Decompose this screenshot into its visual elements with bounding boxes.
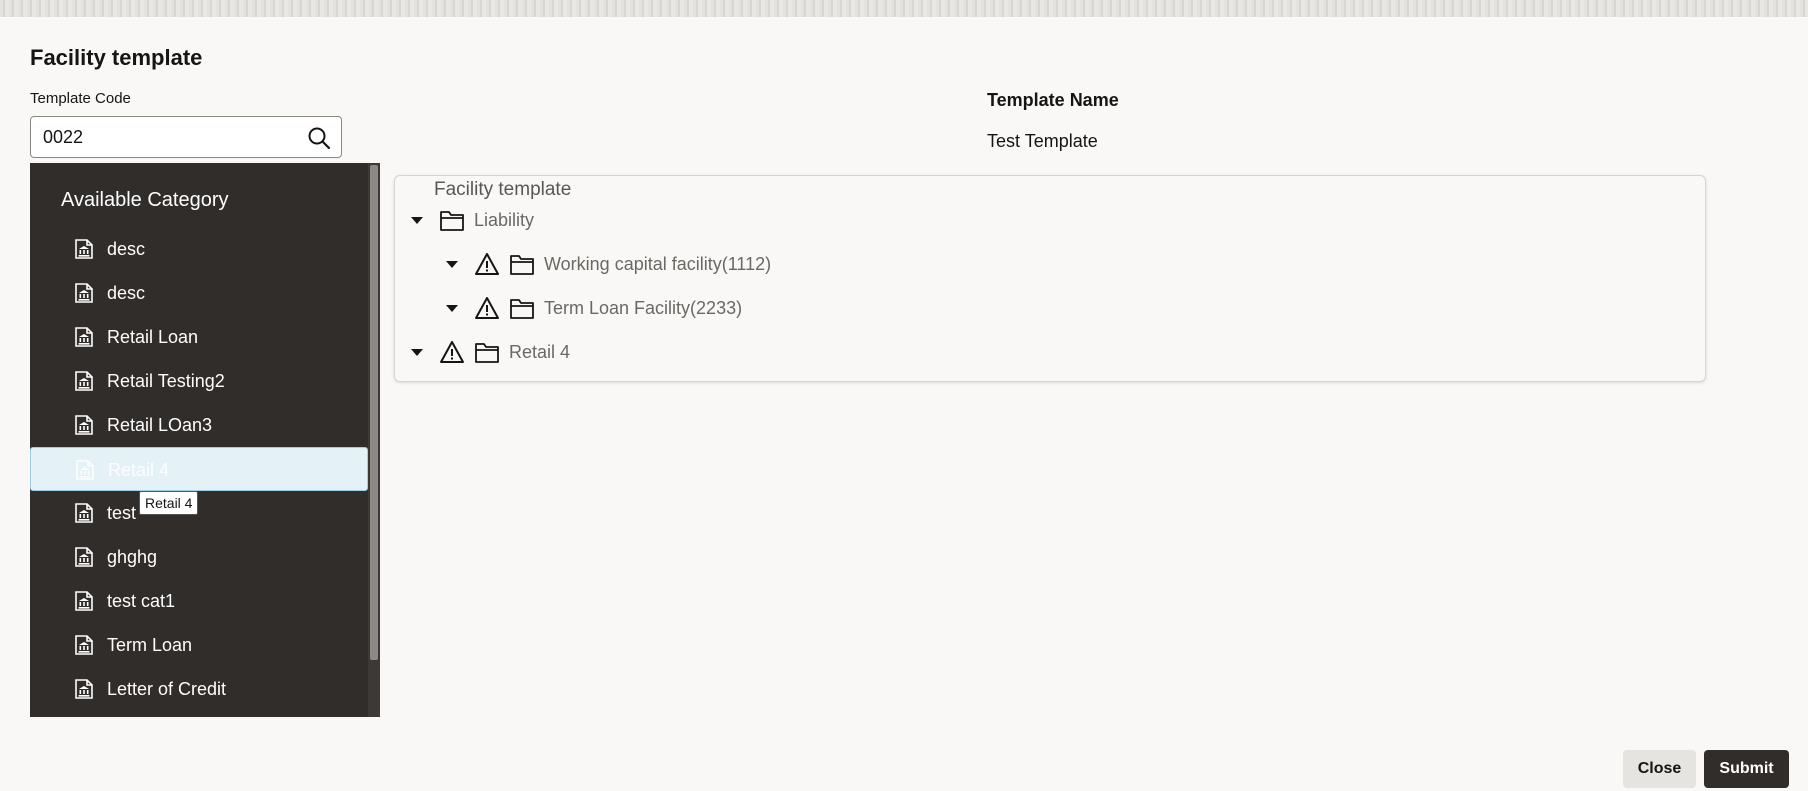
category-item[interactable]: test cat1 xyxy=(30,579,368,623)
category-item[interactable]: desc xyxy=(30,227,368,271)
tree-node[interactable]: Retail 4 xyxy=(409,337,1009,367)
folder-icon xyxy=(439,208,465,232)
category-item[interactable]: Letter of Credit xyxy=(30,667,368,711)
caret-down-icon[interactable] xyxy=(444,256,460,272)
category-item[interactable]: Retail Loan xyxy=(30,315,368,359)
category-item-label: Retail LOan3 xyxy=(107,415,213,435)
folder-icon xyxy=(509,252,535,276)
category-item-label: test xyxy=(107,503,137,523)
bank-document-icon xyxy=(73,237,97,261)
bank-document-icon xyxy=(73,677,97,701)
category-item-label: ghghg xyxy=(107,547,158,567)
category-item-label: test cat1 xyxy=(107,591,176,611)
template-code-field[interactable] xyxy=(30,116,342,158)
close-button[interactable]: Close xyxy=(1623,750,1696,788)
bank-document-icon xyxy=(73,589,97,613)
category-item-label: Retail Loan xyxy=(107,327,199,347)
category-item-label: desc xyxy=(107,283,146,303)
folder-icon xyxy=(509,296,535,320)
facility-tree-panel: Facility template Liability Working capit… xyxy=(394,175,1706,382)
category-list: desc desc Retail Loan Retail Testing2 Retail… xyxy=(30,227,368,711)
category-item-label: desc xyxy=(107,239,146,259)
category-item-label: Letter of Credit xyxy=(107,679,227,699)
category-item[interactable]: desc xyxy=(30,271,368,315)
tree-node[interactable]: Term Loan Facility(2233) xyxy=(444,293,1044,323)
category-item[interactable]: Retail 4 xyxy=(30,447,368,491)
bank-document-icon xyxy=(73,281,97,305)
bank-document-icon xyxy=(74,458,98,482)
page-title: Facility template xyxy=(30,45,203,70)
template-code-input[interactable] xyxy=(43,117,293,157)
category-item[interactable]: Retail Testing2 xyxy=(30,359,368,403)
bank-document-icon xyxy=(73,369,97,393)
category-item-label: Term Loan xyxy=(107,635,193,655)
caret-down-icon[interactable] xyxy=(409,212,425,228)
warning-triangle-icon xyxy=(474,252,500,276)
category-item[interactable]: ghghg xyxy=(30,535,368,579)
warning-triangle-icon xyxy=(474,296,500,320)
bank-document-icon xyxy=(73,545,97,569)
category-item[interactable]: test xyxy=(30,491,368,535)
template-name-value: Test Template xyxy=(987,131,1098,151)
category-item-label: Retail Testing2 xyxy=(107,371,225,391)
folder-icon xyxy=(474,340,500,364)
bank-document-icon xyxy=(73,325,97,349)
warning-triangle-icon xyxy=(439,340,465,364)
available-category-title: Available Category xyxy=(61,189,229,211)
top-decorative-strip xyxy=(0,0,1808,17)
tree-node-label[interactable]: Term Loan Facility(2233) xyxy=(544,298,742,319)
bank-document-icon xyxy=(73,633,97,657)
category-tooltip: Retail 4 xyxy=(139,491,199,515)
caret-down-icon[interactable] xyxy=(444,300,460,316)
template-name-label: Template Name xyxy=(987,90,1119,110)
bank-document-icon xyxy=(73,501,97,525)
available-category-panel: Available Category desc desc Retail Loan Re… xyxy=(30,163,380,717)
tree-node-label[interactable]: Liability xyxy=(474,210,534,231)
category-item[interactable]: Term Loan xyxy=(30,623,368,667)
submit-button[interactable]: Submit xyxy=(1704,750,1789,788)
tree-node[interactable]: Working capital facility(1112) xyxy=(444,249,1044,279)
category-item[interactable]: Retail LOan3 xyxy=(30,403,368,447)
tree-node[interactable]: Liability xyxy=(409,205,1009,235)
bank-document-icon xyxy=(73,413,97,437)
template-code-label: Template Code xyxy=(30,90,131,107)
tree-node-label[interactable]: Retail 4 xyxy=(509,342,570,363)
caret-down-icon[interactable] xyxy=(409,344,425,360)
category-scrollbar[interactable] xyxy=(368,163,380,717)
search-icon[interactable] xyxy=(307,126,331,150)
tree-node-label[interactable]: Working capital facility(1112) xyxy=(544,254,771,275)
category-scrollbar-thumb[interactable] xyxy=(370,165,378,660)
tree-title: Facility template xyxy=(434,179,572,200)
category-item-label: Retail 4 xyxy=(108,460,170,480)
